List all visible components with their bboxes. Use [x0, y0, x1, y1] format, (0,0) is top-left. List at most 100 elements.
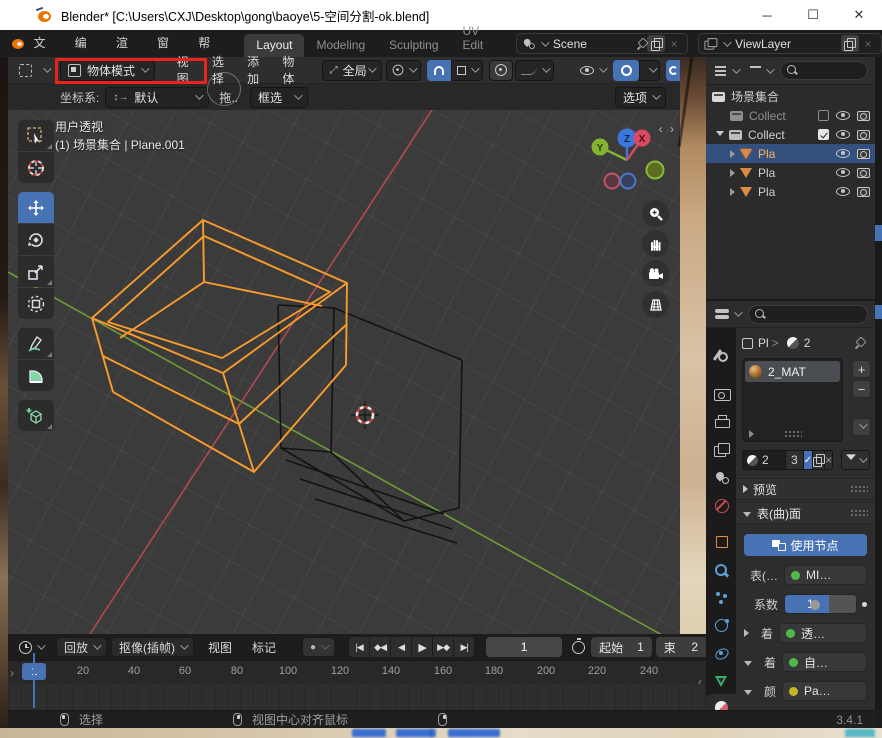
tab-constraints[interactable] [706, 640, 736, 666]
timeline-keyframe-area[interactable] [8, 684, 706, 710]
tab-world[interactable] [706, 492, 736, 518]
exclude-checkbox[interactable] [818, 110, 829, 121]
current-frame-line[interactable] [33, 653, 35, 708]
tool-scale[interactable] [18, 256, 54, 287]
use-nodes-button[interactable]: 使用节点 [744, 534, 867, 556]
play-reverse-button[interactable]: ◀ [391, 637, 411, 657]
keying-menu[interactable]: 抠像(插帧) [111, 637, 194, 657]
fake-user-shield-button[interactable]: ✓ [804, 450, 813, 470]
workspace-tab-modeling[interactable]: Modeling [304, 34, 377, 57]
tool-add-cube[interactable] [18, 400, 54, 431]
outliner-row-collection-2[interactable]: Collect [706, 125, 875, 144]
factor-slider[interactable]: 1. [784, 594, 857, 614]
tool-cursor[interactable] [18, 152, 54, 183]
next-keyframe-button[interactable]: ▶◆ [433, 637, 453, 657]
outliner-editor-type-button[interactable] [712, 63, 741, 78]
menu-render[interactable]: 渲染 [107, 30, 148, 57]
material-slot-row[interactable]: 2_MAT [745, 361, 840, 382]
tool-annotate[interactable] [18, 328, 54, 359]
jump-to-start-button[interactable]: |◀ [349, 637, 369, 657]
exclude-checkbox[interactable] [818, 129, 829, 140]
resize-grip[interactable] [784, 430, 802, 438]
zoom-button[interactable] [642, 200, 669, 227]
camera-render-icon[interactable] [857, 130, 870, 140]
tool-transform[interactable] [18, 288, 54, 319]
current-frame-field[interactable]: 1 [486, 637, 562, 657]
orientation-dropdown[interactable]: ⤢ 全局 [322, 60, 382, 81]
menu-object[interactable]: 物体 [272, 53, 307, 87]
falloff-dropdown[interactable] [515, 60, 554, 81]
menu-view[interactable]: 视图 [167, 53, 202, 87]
eye-icon[interactable] [836, 168, 850, 177]
timeline-ruler[interactable]: › 20 40 60 80 100 120 140 160 180 200 22… [8, 660, 706, 684]
expanded-triangle-icon[interactable] [744, 690, 752, 695]
playback-menu[interactable]: 回放 [56, 637, 107, 657]
tab-modifiers[interactable] [706, 556, 736, 582]
workspace-tab-uvedit[interactable]: UV Edit [451, 20, 506, 57]
camera-render-icon[interactable] [857, 168, 870, 178]
camera-view-button[interactable] [642, 260, 669, 287]
delete-viewlayer-button[interactable]: × [859, 35, 877, 52]
material-browse[interactable]: 2 [742, 450, 786, 470]
expanded-triangle-icon[interactable] [744, 661, 752, 666]
tab-scene[interactable] [706, 464, 736, 490]
workspace-tab-sculpting[interactable]: Sculpting [377, 34, 450, 57]
blender-menu-icon[interactable] [10, 37, 24, 50]
surface-shader-dropdown[interactable]: MI… [784, 565, 867, 585]
snap-to-dropdown[interactable] [451, 60, 483, 81]
pin-icon[interactable] [854, 337, 865, 349]
region-split-arrows[interactable]: ‹ › [659, 122, 676, 136]
new-scene-button[interactable] [647, 35, 665, 52]
delete-scene-button[interactable]: × [665, 35, 683, 52]
unlink-material-button[interactable]: × [825, 450, 833, 470]
tool-move[interactable] [18, 192, 54, 223]
tab-object-data[interactable] [706, 668, 736, 694]
timeline-marker-menu[interactable]: 标记 [242, 639, 286, 656]
collapsed-triangle-icon[interactable] [744, 629, 749, 637]
orthographic-toggle-button[interactable] [642, 291, 669, 318]
overlays-dropdown[interactable] [639, 60, 660, 81]
minimize-button[interactable]: ─ [744, 0, 790, 30]
new-viewlayer-button[interactable] [841, 35, 859, 52]
tool-measure[interactable] [18, 360, 54, 391]
timeline-view-menu[interactable]: 视图 [198, 639, 242, 656]
menu-edit[interactable]: 编辑 [66, 30, 107, 57]
pivot-dropdown[interactable] [386, 60, 421, 81]
transform-orientation-dropdown[interactable]: ↕→ 默认 [105, 87, 209, 108]
expand-triangle-icon[interactable] [730, 169, 735, 177]
camera-render-icon[interactable] [857, 149, 870, 159]
tool-select-box[interactable] [18, 120, 54, 151]
gizmos-toggle-button[interactable] [666, 60, 680, 81]
proportional-edit-button[interactable] [489, 60, 513, 81]
tab-output[interactable] [706, 408, 736, 434]
frame-end-field[interactable]: 结束点 2 [656, 637, 706, 657]
eye-icon[interactable] [836, 149, 850, 158]
camera-render-icon[interactable] [857, 187, 870, 197]
select-box-dropdown[interactable]: 框选 [250, 87, 308, 108]
options-dropdown[interactable]: 选项 [615, 87, 666, 108]
maximize-button[interactable]: ☐ [790, 0, 836, 30]
surface-panel-header[interactable]: 表(曲)面 [736, 502, 875, 524]
play-button[interactable]: ▶ [412, 637, 432, 657]
editor-type-button[interactable] [16, 62, 52, 79]
add-slot-button[interactable]: + [852, 360, 871, 378]
eye-icon[interactable] [836, 111, 850, 120]
tool-rotate[interactable] [18, 224, 54, 255]
pin-icon[interactable] [636, 38, 647, 50]
mode-dropdown[interactable]: 物体模式 [60, 60, 155, 81]
preview-panel-header[interactable]: 预览 [736, 478, 875, 500]
outliner-row-plane-active[interactable]: Pla [706, 144, 875, 163]
color-dropdown[interactable]: Pa… [782, 681, 867, 701]
visibility-dropdown[interactable] [574, 60, 611, 81]
breadcrumb-object[interactable]: Pl [758, 336, 769, 350]
outliner-row-plane-2[interactable]: Pla [706, 163, 875, 182]
overlays-toggle-button[interactable] [613, 60, 639, 81]
tab-particles[interactable] [706, 584, 736, 610]
menu-file[interactable]: 文件 [24, 30, 65, 57]
pan-hand-button[interactable] [642, 230, 669, 257]
auto-key-button[interactable]: ● [302, 637, 335, 657]
new-material-button[interactable] [813, 450, 825, 470]
stopwatch-icon[interactable] [572, 641, 585, 654]
eye-icon[interactable] [836, 130, 850, 139]
viewlayer-selector[interactable]: ViewLayer × [698, 33, 882, 54]
